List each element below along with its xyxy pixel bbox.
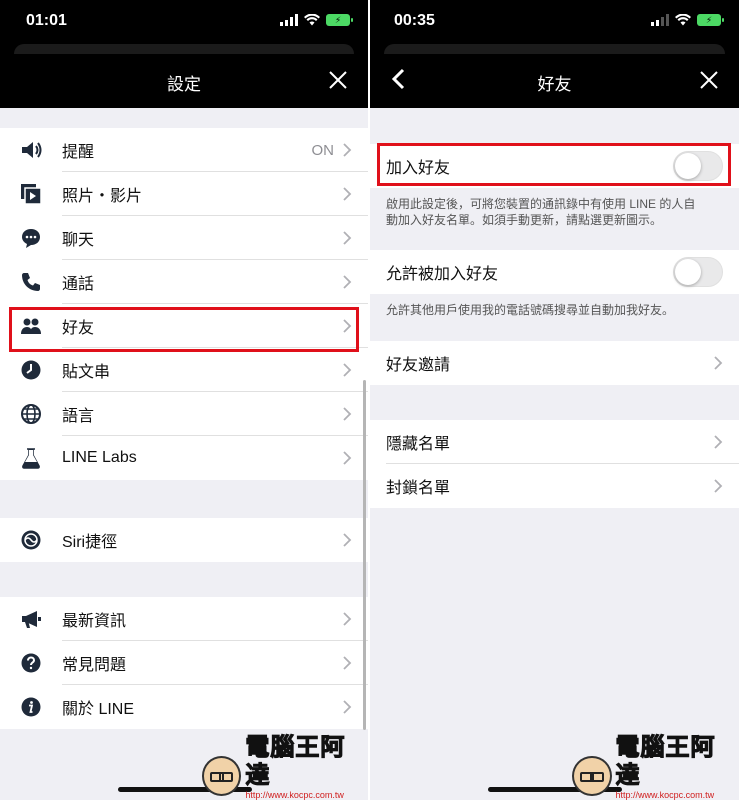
allow-add-label: 允許被加入好友 xyxy=(386,266,499,283)
settings-item-friends[interactable]: 好友 xyxy=(0,304,368,348)
megaphone-icon xyxy=(22,611,41,628)
photo-video-icon xyxy=(21,184,42,205)
settings-item-label: 好友 xyxy=(62,320,95,337)
chevron-right-icon xyxy=(714,356,723,370)
settings-item-calls[interactable]: 通話 xyxy=(0,260,368,304)
chevron-right-icon xyxy=(714,479,723,493)
friends-icon xyxy=(21,318,41,334)
watermark-url: http://www.kocpc.com.tw xyxy=(245,790,344,800)
settings-item-label: 通話 xyxy=(62,276,95,293)
chevron-right-icon xyxy=(343,363,352,377)
settings-item-line-labs[interactable]: LINE Labs xyxy=(0,436,368,480)
settings-item-timeline[interactable]: 貼文串 xyxy=(0,348,368,392)
add-friends-desc-line1: 啟用此設定後，可將您裝置的通訊錄中有使用 LINE 的人自 xyxy=(386,197,696,211)
add-friends-row: 加入好友 xyxy=(370,144,739,188)
siri-icon xyxy=(21,530,41,550)
settings-item-label: 最新資訊 xyxy=(62,613,127,630)
chevron-right-icon xyxy=(343,700,352,714)
phone-icon xyxy=(22,273,40,291)
timeline-clock-icon xyxy=(21,360,41,380)
page-title: 好友 xyxy=(537,75,572,94)
flask-icon xyxy=(22,448,40,469)
chat-bubble-icon xyxy=(22,229,40,248)
friend-invites-label: 好友邀請 xyxy=(386,357,451,374)
info-icon xyxy=(21,697,41,717)
settings-item-siri-shortcuts[interactable]: Siri捷徑 xyxy=(0,518,368,562)
settings-item-label: Siri捷徑 xyxy=(62,534,118,551)
settings-item-faq[interactable]: 常見問題 xyxy=(0,641,368,685)
add-friends-toggle[interactable] xyxy=(673,151,723,181)
watermark-brand: 電腦王阿達 xyxy=(245,734,346,790)
chevron-right-icon xyxy=(343,656,352,670)
chevron-right-icon xyxy=(343,231,352,245)
friends-settings-screen: 00:35 ⚡ 好友 加入好友 啟用此設定後，可將您裝置的通訊錄中有使用 LIN… xyxy=(370,0,739,800)
nav-bar: 設定 xyxy=(0,44,368,108)
cellular-signal-icon xyxy=(280,14,298,26)
settings-item-notifications[interactable]: 提醒 ON xyxy=(0,128,368,172)
blocked-list-label: 封鎖名單 xyxy=(386,480,451,497)
settings-item-language[interactable]: 語言 xyxy=(0,392,368,436)
settings-item-photos-videos[interactable]: 照片・影片 xyxy=(0,172,368,216)
close-icon[interactable] xyxy=(699,70,719,90)
chevron-right-icon xyxy=(714,435,723,449)
watermark-brand: 電腦王阿達 xyxy=(615,734,716,790)
settings-item-label: 語言 xyxy=(62,408,95,425)
globe-icon xyxy=(21,404,41,424)
watermark-url: http://www.kocpc.com.tw xyxy=(615,790,715,800)
settings-item-label: 常見問題 xyxy=(62,657,127,674)
settings-item-label: 貼文串 xyxy=(62,364,111,381)
chevron-right-icon xyxy=(343,275,352,289)
status-bar: 00:35 ⚡ xyxy=(370,0,739,44)
allow-add-row: 允許被加入好友 xyxy=(370,250,739,294)
settings-item-label: 聊天 xyxy=(62,232,95,249)
close-icon[interactable] xyxy=(328,70,348,90)
hidden-list-row[interactable]: 隱藏名單 xyxy=(370,420,739,464)
notifications-status-value: ON xyxy=(311,141,335,159)
add-friends-desc-line2: 動加入好友名單。如須手動更新，請點選更新圖示。 xyxy=(386,213,663,227)
settings-item-label: 照片・影片 xyxy=(62,188,143,205)
chevron-right-icon xyxy=(343,187,352,201)
mascot-logo xyxy=(202,756,242,796)
chevron-right-icon xyxy=(343,319,352,333)
settings-item-label: 提醒 xyxy=(62,144,95,161)
wifi-icon xyxy=(304,14,320,26)
allow-add-description: 允許其他用戶使用我的電話號碼搜尋並自動加我好友。 xyxy=(386,303,675,317)
battery-charging-icon: ⚡ xyxy=(697,14,724,26)
settings-item-label: LINE Labs xyxy=(62,449,137,466)
friend-invites-row[interactable]: 好友邀請 xyxy=(370,341,739,385)
chevron-right-icon xyxy=(343,451,352,465)
chevron-right-icon xyxy=(343,407,352,421)
allow-add-toggle[interactable] xyxy=(673,257,723,287)
hidden-list-label: 隱藏名單 xyxy=(386,436,451,453)
watermark: 電腦王阿達 http://www.kocpc.com.tw xyxy=(202,734,368,800)
speaker-icon xyxy=(22,142,42,158)
settings-item-chats[interactable]: 聊天 xyxy=(0,216,368,260)
battery-charging-icon: ⚡ xyxy=(326,14,353,26)
nav-bar: 好友 xyxy=(370,44,739,108)
add-friends-description: 啟用此設定後，可將您裝置的通訊錄中有使用 LINE 的人自 動加入好友名單。如須… xyxy=(386,196,727,228)
status-time: 00:35 xyxy=(394,12,435,29)
scroll-indicator[interactable] xyxy=(363,380,366,730)
cellular-signal-icon xyxy=(651,14,669,26)
chevron-right-icon xyxy=(343,612,352,626)
settings-screen: 01:01 ⚡ 設定 提醒 ON 照片・影片 聊天 通話 好友 貼文串 語言 L… xyxy=(0,0,368,800)
blocked-list-row[interactable]: 封鎖名單 xyxy=(370,464,739,508)
wifi-icon xyxy=(675,14,691,26)
status-time: 01:01 xyxy=(26,12,67,29)
settings-item-about-line[interactable]: 關於 LINE xyxy=(0,685,368,729)
mascot-logo xyxy=(572,756,612,796)
add-friends-label: 加入好友 xyxy=(386,160,451,177)
page-title: 設定 xyxy=(167,75,201,94)
status-bar: 01:01 ⚡ xyxy=(0,0,368,44)
chevron-right-icon xyxy=(343,143,352,157)
watermark: 電腦王阿達 http://www.kocpc.com.tw xyxy=(572,734,739,800)
settings-item-news[interactable]: 最新資訊 xyxy=(0,597,368,641)
question-icon xyxy=(21,653,41,673)
chevron-right-icon xyxy=(343,533,352,547)
settings-item-label: 關於 LINE xyxy=(62,701,135,718)
